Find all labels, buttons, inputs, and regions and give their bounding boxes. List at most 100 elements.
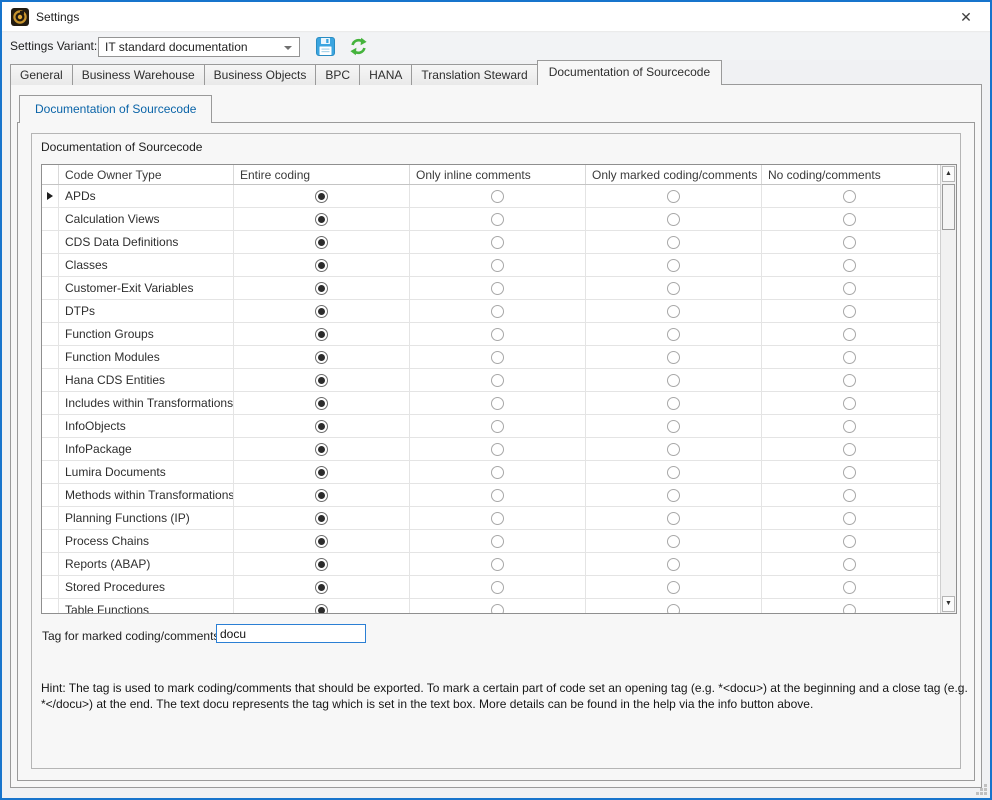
inner-tab-documentation-of-sourcecode[interactable]: Documentation of Sourcecode bbox=[19, 95, 212, 123]
radio-dtps-only-inline-comments[interactable] bbox=[491, 305, 504, 318]
radio-apds-no-coding-comments[interactable] bbox=[843, 190, 856, 203]
radio-table-functions-entire-coding[interactable] bbox=[315, 604, 328, 614]
refresh-icon[interactable] bbox=[349, 37, 368, 56]
tab-translation-steward[interactable]: Translation Steward bbox=[411, 64, 537, 85]
radio-hana-cds-entities-only-marked-coding-comments[interactable] bbox=[667, 374, 680, 387]
code-owner-type-cell: Function Modules bbox=[59, 346, 234, 368]
radio-function-modules-no-coding-comments[interactable] bbox=[843, 351, 856, 364]
radio-infopackage-only-marked-coding-comments[interactable] bbox=[667, 443, 680, 456]
radio-stored-procedures-only-inline-comments[interactable] bbox=[491, 581, 504, 594]
radio-function-groups-no-coding-comments[interactable] bbox=[843, 328, 856, 341]
radio-calculation-views-only-inline-comments[interactable] bbox=[491, 213, 504, 226]
settings-variant-dropdown[interactable]: IT standard documentation bbox=[98, 37, 300, 57]
radio-calculation-views-no-coding-comments[interactable] bbox=[843, 213, 856, 226]
radio-function-groups-entire-coding[interactable] bbox=[315, 328, 328, 341]
radio-classes-no-coding-comments[interactable] bbox=[843, 259, 856, 272]
vertical-scrollbar[interactable]: ▲ ▼ bbox=[940, 165, 956, 613]
radio-customer-exit-variables-no-coding-comments[interactable] bbox=[843, 282, 856, 295]
radio-cds-data-definitions-no-coding-comments[interactable] bbox=[843, 236, 856, 249]
radio-cds-data-definitions-entire-coding[interactable] bbox=[315, 236, 328, 249]
radio-includes-within-transformations-only-marked-coding-comments[interactable] bbox=[667, 397, 680, 410]
radio-dtps-only-marked-coding-comments[interactable] bbox=[667, 305, 680, 318]
tag-input[interactable] bbox=[216, 624, 366, 643]
radio-infoobjects-no-coding-comments[interactable] bbox=[843, 420, 856, 433]
radio-table-functions-only-inline-comments[interactable] bbox=[491, 604, 504, 614]
radio-stored-procedures-only-marked-coding-comments[interactable] bbox=[667, 581, 680, 594]
radio-stored-procedures-entire-coding[interactable] bbox=[315, 581, 328, 594]
radio-function-groups-only-marked-coding-comments[interactable] bbox=[667, 328, 680, 341]
radio-lumira-documents-entire-coding[interactable] bbox=[315, 466, 328, 479]
radio-infopackage-no-coding-comments[interactable] bbox=[843, 443, 856, 456]
scroll-up-icon[interactable]: ▲ bbox=[942, 166, 955, 182]
radio-reports-abap-entire-coding[interactable] bbox=[315, 558, 328, 571]
radio-planning-functions-ip-only-inline-comments[interactable] bbox=[491, 512, 504, 525]
radio-function-groups-only-inline-comments[interactable] bbox=[491, 328, 504, 341]
radio-classes-only-inline-comments[interactable] bbox=[491, 259, 504, 272]
radio-methods-within-transformations-no-coding-comments[interactable] bbox=[843, 489, 856, 502]
scrollbar-thumb[interactable] bbox=[942, 184, 955, 230]
tab-general[interactable]: General bbox=[10, 64, 73, 85]
save-icon[interactable] bbox=[316, 37, 335, 56]
radio-classes-only-marked-coding-comments[interactable] bbox=[667, 259, 680, 272]
radio-customer-exit-variables-only-inline-comments[interactable] bbox=[491, 282, 504, 295]
radio-dtps-entire-coding[interactable] bbox=[315, 305, 328, 318]
radio-reports-abap-only-marked-coding-comments[interactable] bbox=[667, 558, 680, 571]
radio-infoobjects-only-marked-coding-comments[interactable] bbox=[667, 420, 680, 433]
radio-hana-cds-entities-no-coding-comments[interactable] bbox=[843, 374, 856, 387]
radio-calculation-views-only-marked-coding-comments[interactable] bbox=[667, 213, 680, 226]
radio-hana-cds-entities-entire-coding[interactable] bbox=[315, 374, 328, 387]
radio-includes-within-transformations-no-coding-comments[interactable] bbox=[843, 397, 856, 410]
radio-function-modules-only-marked-coding-comments[interactable] bbox=[667, 351, 680, 364]
radio-lumira-documents-no-coding-comments[interactable] bbox=[843, 466, 856, 479]
radio-dtps-no-coding-comments[interactable] bbox=[843, 305, 856, 318]
option-cell-only-marked-coding-comments bbox=[586, 507, 762, 529]
radio-process-chains-only-marked-coding-comments[interactable] bbox=[667, 535, 680, 548]
column-header-only-inline-comments[interactable]: Only inline comments bbox=[410, 165, 586, 184]
radio-reports-abap-only-inline-comments[interactable] bbox=[491, 558, 504, 571]
radio-table-functions-only-marked-coding-comments[interactable] bbox=[667, 604, 680, 614]
radio-methods-within-transformations-only-inline-comments[interactable] bbox=[491, 489, 504, 502]
column-header-code-owner-type[interactable]: Code Owner Type bbox=[59, 165, 234, 184]
radio-planning-functions-ip-entire-coding[interactable] bbox=[315, 512, 328, 525]
radio-cds-data-definitions-only-inline-comments[interactable] bbox=[491, 236, 504, 249]
radio-cds-data-definitions-only-marked-coding-comments[interactable] bbox=[667, 236, 680, 249]
radio-planning-functions-ip-no-coding-comments[interactable] bbox=[843, 512, 856, 525]
radio-function-modules-entire-coding[interactable] bbox=[315, 351, 328, 364]
radio-process-chains-only-inline-comments[interactable] bbox=[491, 535, 504, 548]
radio-methods-within-transformations-entire-coding[interactable] bbox=[315, 489, 328, 502]
tab-bpc[interactable]: BPC bbox=[315, 64, 360, 85]
radio-includes-within-transformations-entire-coding[interactable] bbox=[315, 397, 328, 410]
column-header-only-marked-coding-comments[interactable]: Only marked coding/comments bbox=[586, 165, 762, 184]
radio-infoobjects-only-inline-comments[interactable] bbox=[491, 420, 504, 433]
radio-hana-cds-entities-only-inline-comments[interactable] bbox=[491, 374, 504, 387]
radio-customer-exit-variables-entire-coding[interactable] bbox=[315, 282, 328, 295]
radio-reports-abap-no-coding-comments[interactable] bbox=[843, 558, 856, 571]
radio-lumira-documents-only-marked-coding-comments[interactable] bbox=[667, 466, 680, 479]
column-header-no-coding-comments[interactable]: No coding/comments bbox=[762, 165, 938, 184]
radio-classes-entire-coding[interactable] bbox=[315, 259, 328, 272]
radio-apds-only-marked-coding-comments[interactable] bbox=[667, 190, 680, 203]
tab-documentation-of-sourcecode[interactable]: Documentation of Sourcecode bbox=[537, 60, 722, 85]
radio-calculation-views-entire-coding[interactable] bbox=[315, 213, 328, 226]
radio-apds-entire-coding[interactable] bbox=[315, 190, 328, 203]
radio-includes-within-transformations-only-inline-comments[interactable] bbox=[491, 397, 504, 410]
radio-apds-only-inline-comments[interactable] bbox=[491, 190, 504, 203]
radio-stored-procedures-no-coding-comments[interactable] bbox=[843, 581, 856, 594]
radio-lumira-documents-only-inline-comments[interactable] bbox=[491, 466, 504, 479]
tab-business-objects[interactable]: Business Objects bbox=[204, 64, 317, 85]
radio-customer-exit-variables-only-marked-coding-comments[interactable] bbox=[667, 282, 680, 295]
radio-table-functions-no-coding-comments[interactable] bbox=[843, 604, 856, 614]
radio-methods-within-transformations-only-marked-coding-comments[interactable] bbox=[667, 489, 680, 502]
tab-hana[interactable]: HANA bbox=[359, 64, 412, 85]
column-header-entire-coding[interactable]: Entire coding bbox=[234, 165, 410, 184]
radio-process-chains-no-coding-comments[interactable] bbox=[843, 535, 856, 548]
tab-business-warehouse[interactable]: Business Warehouse bbox=[72, 64, 205, 85]
radio-infoobjects-entire-coding[interactable] bbox=[315, 420, 328, 433]
radio-planning-functions-ip-only-marked-coding-comments[interactable] bbox=[667, 512, 680, 525]
radio-process-chains-entire-coding[interactable] bbox=[315, 535, 328, 548]
radio-infopackage-entire-coding[interactable] bbox=[315, 443, 328, 456]
radio-function-modules-only-inline-comments[interactable] bbox=[491, 351, 504, 364]
close-icon[interactable]: ✕ bbox=[950, 2, 982, 32]
scroll-down-icon[interactable]: ▼ bbox=[942, 596, 955, 612]
radio-infopackage-only-inline-comments[interactable] bbox=[491, 443, 504, 456]
